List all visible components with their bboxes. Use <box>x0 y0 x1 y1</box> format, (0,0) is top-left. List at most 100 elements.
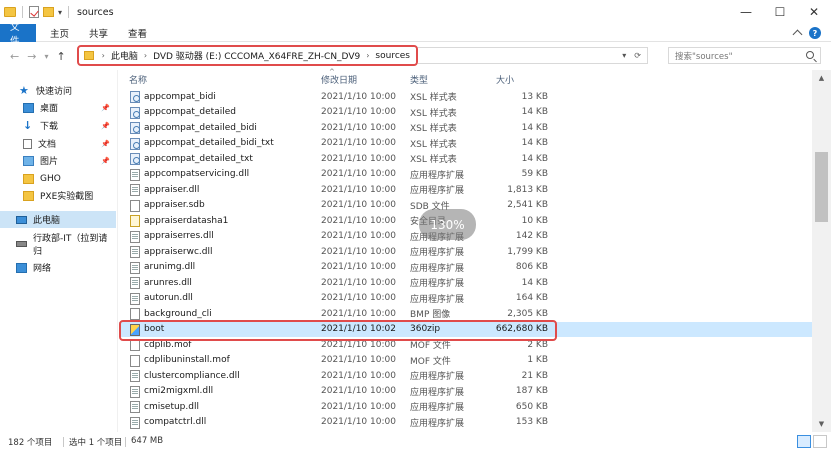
sidebar-item-pxe-screenshots[interactable]: PXE实验截图 <box>0 187 116 204</box>
file-type: XSL 样式表 <box>410 108 457 119</box>
sidebar-item-documents[interactable]: 文档 📌 <box>0 135 116 152</box>
scroll-down-icon[interactable]: ▼ <box>812 416 831 432</box>
quick-access-toolbar: ▾ <box>0 6 71 18</box>
pin-icon: 📌 <box>101 156 110 165</box>
details-view-icon[interactable] <box>797 435 811 448</box>
up-arrow-icon[interactable]: ↑ <box>56 50 65 63</box>
file-name: autorun.dll <box>144 293 193 304</box>
file-type: MOF 文件 <box>410 356 451 367</box>
chevron-down-icon[interactable]: ▾ <box>58 8 62 17</box>
file-type: 应用程序扩展 <box>410 279 465 290</box>
chevron-right-icon[interactable]: › <box>366 51 369 60</box>
file-row[interactable]: clustercompliance.dll 2021/1/10 10:00 应用程序… <box>119 368 812 384</box>
stylesheet-file-icon <box>130 91 140 103</box>
new-folder-icon[interactable] <box>43 7 54 17</box>
column-type[interactable]: 类型 <box>410 73 428 86</box>
file-size: 650 KB <box>515 401 548 412</box>
file-row[interactable]: appcompat_detailed_bidi_txt 2021/1/10 10:… <box>119 136 812 152</box>
file-row[interactable]: cmisetup.dll 2021/1/10 10:00 应用程序扩展 650 KB <box>119 399 812 415</box>
file-name: appraiserdatasha1 <box>144 215 229 226</box>
sidebar-item-network-drive[interactable]: 行政部-IT（拉到请归 <box>0 234 116 257</box>
file-name: boot <box>144 324 165 335</box>
tab-view[interactable]: 查看 <box>118 24 157 42</box>
pin-icon: 📌 <box>101 103 110 112</box>
address-row: ← → ▾ ↑ › 此电脑 › DVD 驱动器 (E:) CCCOMA_X64F… <box>0 43 831 69</box>
file-row[interactable]: appcompat_detailed_txt 2021/1/10 10:00 XSL… <box>119 151 812 167</box>
file-row[interactable]: cdplib.mof 2021/1/10 10:00 MOF 文件 2 KB <box>119 337 812 353</box>
recent-chevron-icon[interactable]: ▾ <box>44 52 48 61</box>
file-row[interactable]: appraiser.dll 2021/1/10 10:00 应用程序扩展 1,813 … <box>119 182 812 198</box>
file-row[interactable]: appcompat_detailed 2021/1/10 10:00 XSL 样式表… <box>119 105 812 121</box>
minimize-button[interactable]: — <box>729 0 763 24</box>
dll-file-icon <box>130 370 140 382</box>
file-row[interactable]: arunres.dll 2021/1/10 10:00 应用程序扩展 14 KB <box>119 275 812 291</box>
refresh-icon[interactable]: ⟳ <box>634 51 641 60</box>
file-row[interactable]: boot 2021/1/10 10:02 360zip 662,680 KB <box>119 321 812 337</box>
file-row[interactable]: cdplibuninstall.mof 2021/1/10 10:00 MOF 文件… <box>119 353 812 369</box>
sidebar-item-downloads[interactable]: ↓ 下载 📌 <box>0 117 116 134</box>
navigation-pane: ★ 快速访问 桌面 📌 ↓ 下载 📌 文档 📌 图片 📌 GHO PXE实验截图… <box>0 70 118 432</box>
stylesheet-file-icon <box>130 137 140 150</box>
column-name[interactable]: 名称 <box>129 73 147 86</box>
sidebar-item-this-pc[interactable]: 此电脑 <box>0 211 116 228</box>
vertical-scrollbar[interactable]: ▲ ▼ <box>812 70 831 432</box>
help-icon[interactable]: ? <box>809 27 821 39</box>
file-type: XSL 样式表 <box>410 155 457 166</box>
forward-arrow-icon[interactable]: → <box>27 50 36 63</box>
dll-file-icon <box>130 261 140 274</box>
file-row[interactable]: background_cli 2021/1/10 10:00 BMP 图像 2,305… <box>119 306 812 322</box>
chevron-right-icon[interactable]: › <box>144 51 147 60</box>
file-row[interactable]: appcompat_bidi 2021/1/10 10:00 XSL 样式表 13 K… <box>119 89 812 105</box>
sidebar-item-pictures[interactable]: 图片 📌 <box>0 152 116 169</box>
stylesheet-file-icon <box>130 153 140 165</box>
sidebar-item-quick-access[interactable]: ★ 快速访问 <box>0 82 116 99</box>
file-name: appraiserwc.dll <box>144 246 213 257</box>
file-date: 2021/1/10 10:00 <box>321 231 396 242</box>
sidebar-item-desktop[interactable]: 桌面 📌 <box>0 99 116 116</box>
title-bar: ▾ sources — ☐ ✕ <box>0 0 831 24</box>
tab-home[interactable]: 主页 <box>40 24 79 42</box>
file-row[interactable]: arunimg.dll 2021/1/10 10:00 应用程序扩展 806 KB <box>119 260 812 276</box>
breadcrumb-dvd-drive[interactable]: DVD 驱动器 (E:) CCCOMA_X64FRE_ZH-CN_DV9 <box>153 49 360 62</box>
column-size[interactable]: 大小 <box>496 73 514 86</box>
window-title: sources <box>77 6 114 18</box>
breadcrumb-this-pc[interactable]: 此电脑 <box>111 49 138 62</box>
properties-icon[interactable] <box>29 6 39 18</box>
file-row[interactable]: appcompat_detailed_bidi 2021/1/10 10:00 XS… <box>119 120 812 136</box>
large-icons-view-icon[interactable] <box>813 435 827 448</box>
breadcrumb-sources[interactable]: sources <box>375 51 410 61</box>
zoom-overlay: 130% <box>419 209 476 240</box>
address-bar[interactable]: › 此电脑 › DVD 驱动器 (E:) CCCOMA_X64FRE_ZH-CN… <box>77 45 418 66</box>
file-size: 153 KB <box>515 417 548 428</box>
file-size: 2,541 KB <box>507 200 548 211</box>
file-date: 2021/1/10 10:00 <box>321 417 396 428</box>
file-type: 应用程序扩展 <box>410 372 465 383</box>
scroll-up-icon[interactable]: ▲ <box>812 70 831 86</box>
column-date-modified[interactable]: 修改日期 <box>321 73 357 86</box>
sidebar-item-label: 行政部-IT（拉到请归 <box>33 233 108 257</box>
sidebar-item-network[interactable]: 网络 <box>0 259 116 276</box>
file-row[interactable]: appraiserwc.dll 2021/1/10 10:00 应用程序扩展 1,79… <box>119 244 812 260</box>
maximize-button[interactable]: ☐ <box>763 0 797 24</box>
ribbon-tabs: 文件 主页 共享 查看 ? <box>0 22 831 47</box>
scrollbar-thumb[interactable] <box>815 152 828 222</box>
file-type: 360zip <box>410 324 441 335</box>
tab-file[interactable]: 文件 <box>0 22 36 47</box>
tab-share[interactable]: 共享 <box>79 24 118 42</box>
search-input[interactable]: 搜索"sources" <box>668 47 821 64</box>
drive-icon <box>16 240 27 247</box>
file-row[interactable]: appcompatservicing.dll 2021/1/10 10:00 应用程… <box>119 167 812 183</box>
address-bar-tail[interactable]: ▾ ⟳ <box>418 47 648 64</box>
chevron-down-icon[interactable]: ▾ <box>622 51 626 60</box>
file-row[interactable]: cmi2migxml.dll 2021/1/10 10:00 应用程序扩展 187 K… <box>119 384 812 400</box>
computer-icon <box>16 215 27 224</box>
sidebar-item-gho[interactable]: GHO <box>0 170 116 187</box>
file-row[interactable]: compatctrl.dll 2021/1/10 10:00 应用程序扩展 153 K… <box>119 415 812 431</box>
sidebar-item-label: PXE实验截图 <box>40 192 94 202</box>
divider <box>68 6 70 18</box>
collapse-ribbon-icon[interactable] <box>792 29 803 40</box>
file-row[interactable]: autorun.dll 2021/1/10 10:00 应用程序扩展 164 KB <box>119 291 812 307</box>
chevron-right-icon[interactable]: › <box>102 51 105 60</box>
back-arrow-icon[interactable]: ← <box>10 50 19 63</box>
close-button[interactable]: ✕ <box>797 0 831 24</box>
